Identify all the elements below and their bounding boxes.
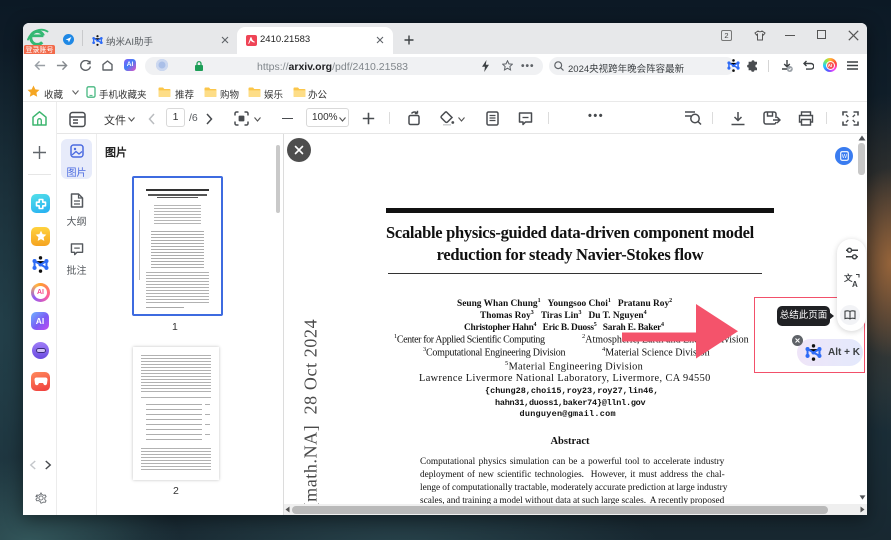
svg-text:A: A — [852, 280, 858, 288]
svg-text:W: W — [841, 154, 847, 160]
